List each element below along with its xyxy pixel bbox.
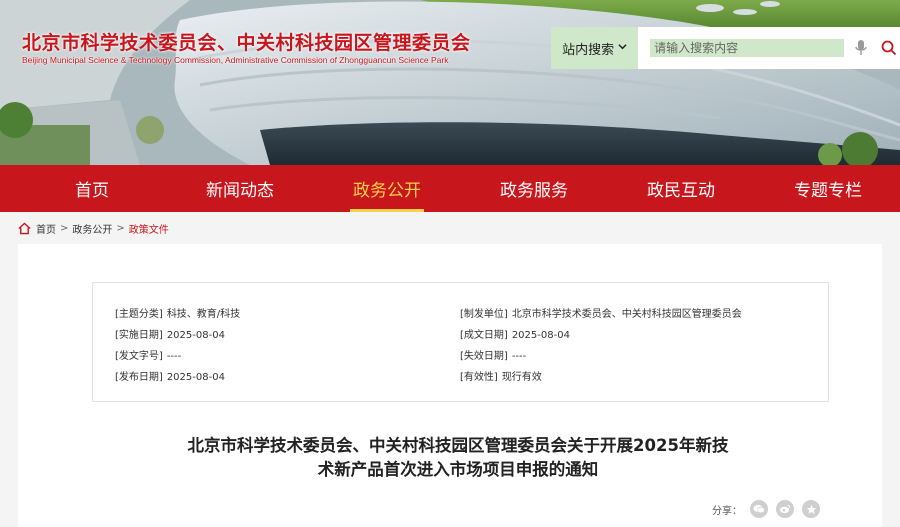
main-nav: 首页 新闻动态 政务公开 政务服务 政民互动 专题专栏 bbox=[0, 165, 900, 212]
nav-item-home[interactable]: 首页 bbox=[63, 165, 121, 212]
meta-written-date: [成文日期] 2025-08-04 bbox=[460, 330, 570, 341]
search-scope-select[interactable]: 站内搜索 bbox=[551, 27, 639, 69]
nav-item-gov-services[interactable]: 政务服务 bbox=[497, 165, 571, 212]
breadcrumb: 首页 > 政务公开 > 政策文件 bbox=[18, 219, 169, 237]
share-bar: 分享： bbox=[712, 500, 820, 518]
document-meta-table: [主题分类] 科技、教育/科技 [实施日期] 2025-08-04 [发文字号] --… bbox=[92, 282, 829, 402]
breadcrumb-separator: > bbox=[116, 222, 125, 234]
site-subtitle: Beijing Municipal Science & Technology C… bbox=[22, 55, 449, 65]
meta-subject-category: [主题分类] 科技、教育/科技 bbox=[115, 309, 241, 320]
meta-validity: [有效性] 现行有效 bbox=[460, 372, 542, 383]
breadcrumb-gov-affairs[interactable]: 政务公开 bbox=[72, 221, 112, 236]
document-title: 北京市科学技术委员会、中关村科技园区管理委员会关于开展2025年新技 术新产品首… bbox=[118, 434, 798, 482]
header-banner: 北京市科学技术委员会、中关村科技园区管理委员会 Beijing Municipa… bbox=[0, 0, 900, 165]
favorite-icon[interactable] bbox=[802, 500, 820, 518]
site-title: 北京市科学技术委员会、中关村科技园区管理委员会 bbox=[22, 32, 471, 54]
microphone-icon[interactable] bbox=[850, 37, 872, 59]
home-icon bbox=[18, 221, 31, 235]
wechat-icon[interactable] bbox=[750, 500, 768, 518]
weibo-icon[interactable] bbox=[776, 500, 794, 518]
search-bar: 站内搜索 bbox=[551, 27, 900, 69]
breadcrumb-separator: > bbox=[60, 222, 69, 234]
meta-publish-date: [发布日期] 2025-08-04 bbox=[115, 372, 225, 383]
document-title-line: 术新产品首次进入市场项目申报的通知 bbox=[317, 460, 599, 479]
meta-effective-date: [实施日期] 2025-08-04 bbox=[115, 330, 225, 341]
banner-image bbox=[0, 0, 900, 165]
breadcrumb-home[interactable]: 首页 bbox=[36, 221, 56, 236]
meta-issuing-unit: [制发单位] 北京市科学技术委员会、中关村科技园区管理委员会 bbox=[460, 309, 742, 320]
article-container: [主题分类] 科技、教育/科技 [实施日期] 2025-08-04 [发文字号] --… bbox=[18, 244, 882, 527]
chevron-down-icon bbox=[618, 42, 627, 54]
search-icon[interactable] bbox=[878, 37, 900, 59]
search-input[interactable] bbox=[650, 39, 845, 57]
nav-item-interaction[interactable]: 政民互动 bbox=[644, 165, 718, 212]
breadcrumb-policy-docs[interactable]: 政策文件 bbox=[129, 221, 169, 236]
nav-item-news[interactable]: 新闻动态 bbox=[203, 165, 277, 212]
document-title-line: 北京市科学技术委员会、中关村科技园区管理委员会关于开展2025年新技 bbox=[187, 436, 729, 455]
search-scope-label: 站内搜索 bbox=[562, 42, 615, 58]
meta-expiry-date: [失效日期] ---- bbox=[460, 351, 527, 362]
nav-item-gov-affairs[interactable]: 政务公开 bbox=[350, 165, 424, 212]
nav-item-special[interactable]: 专题专栏 bbox=[791, 165, 865, 212]
share-label: 分享： bbox=[712, 505, 742, 517]
meta-document-number: [发文字号] ---- bbox=[115, 351, 182, 362]
